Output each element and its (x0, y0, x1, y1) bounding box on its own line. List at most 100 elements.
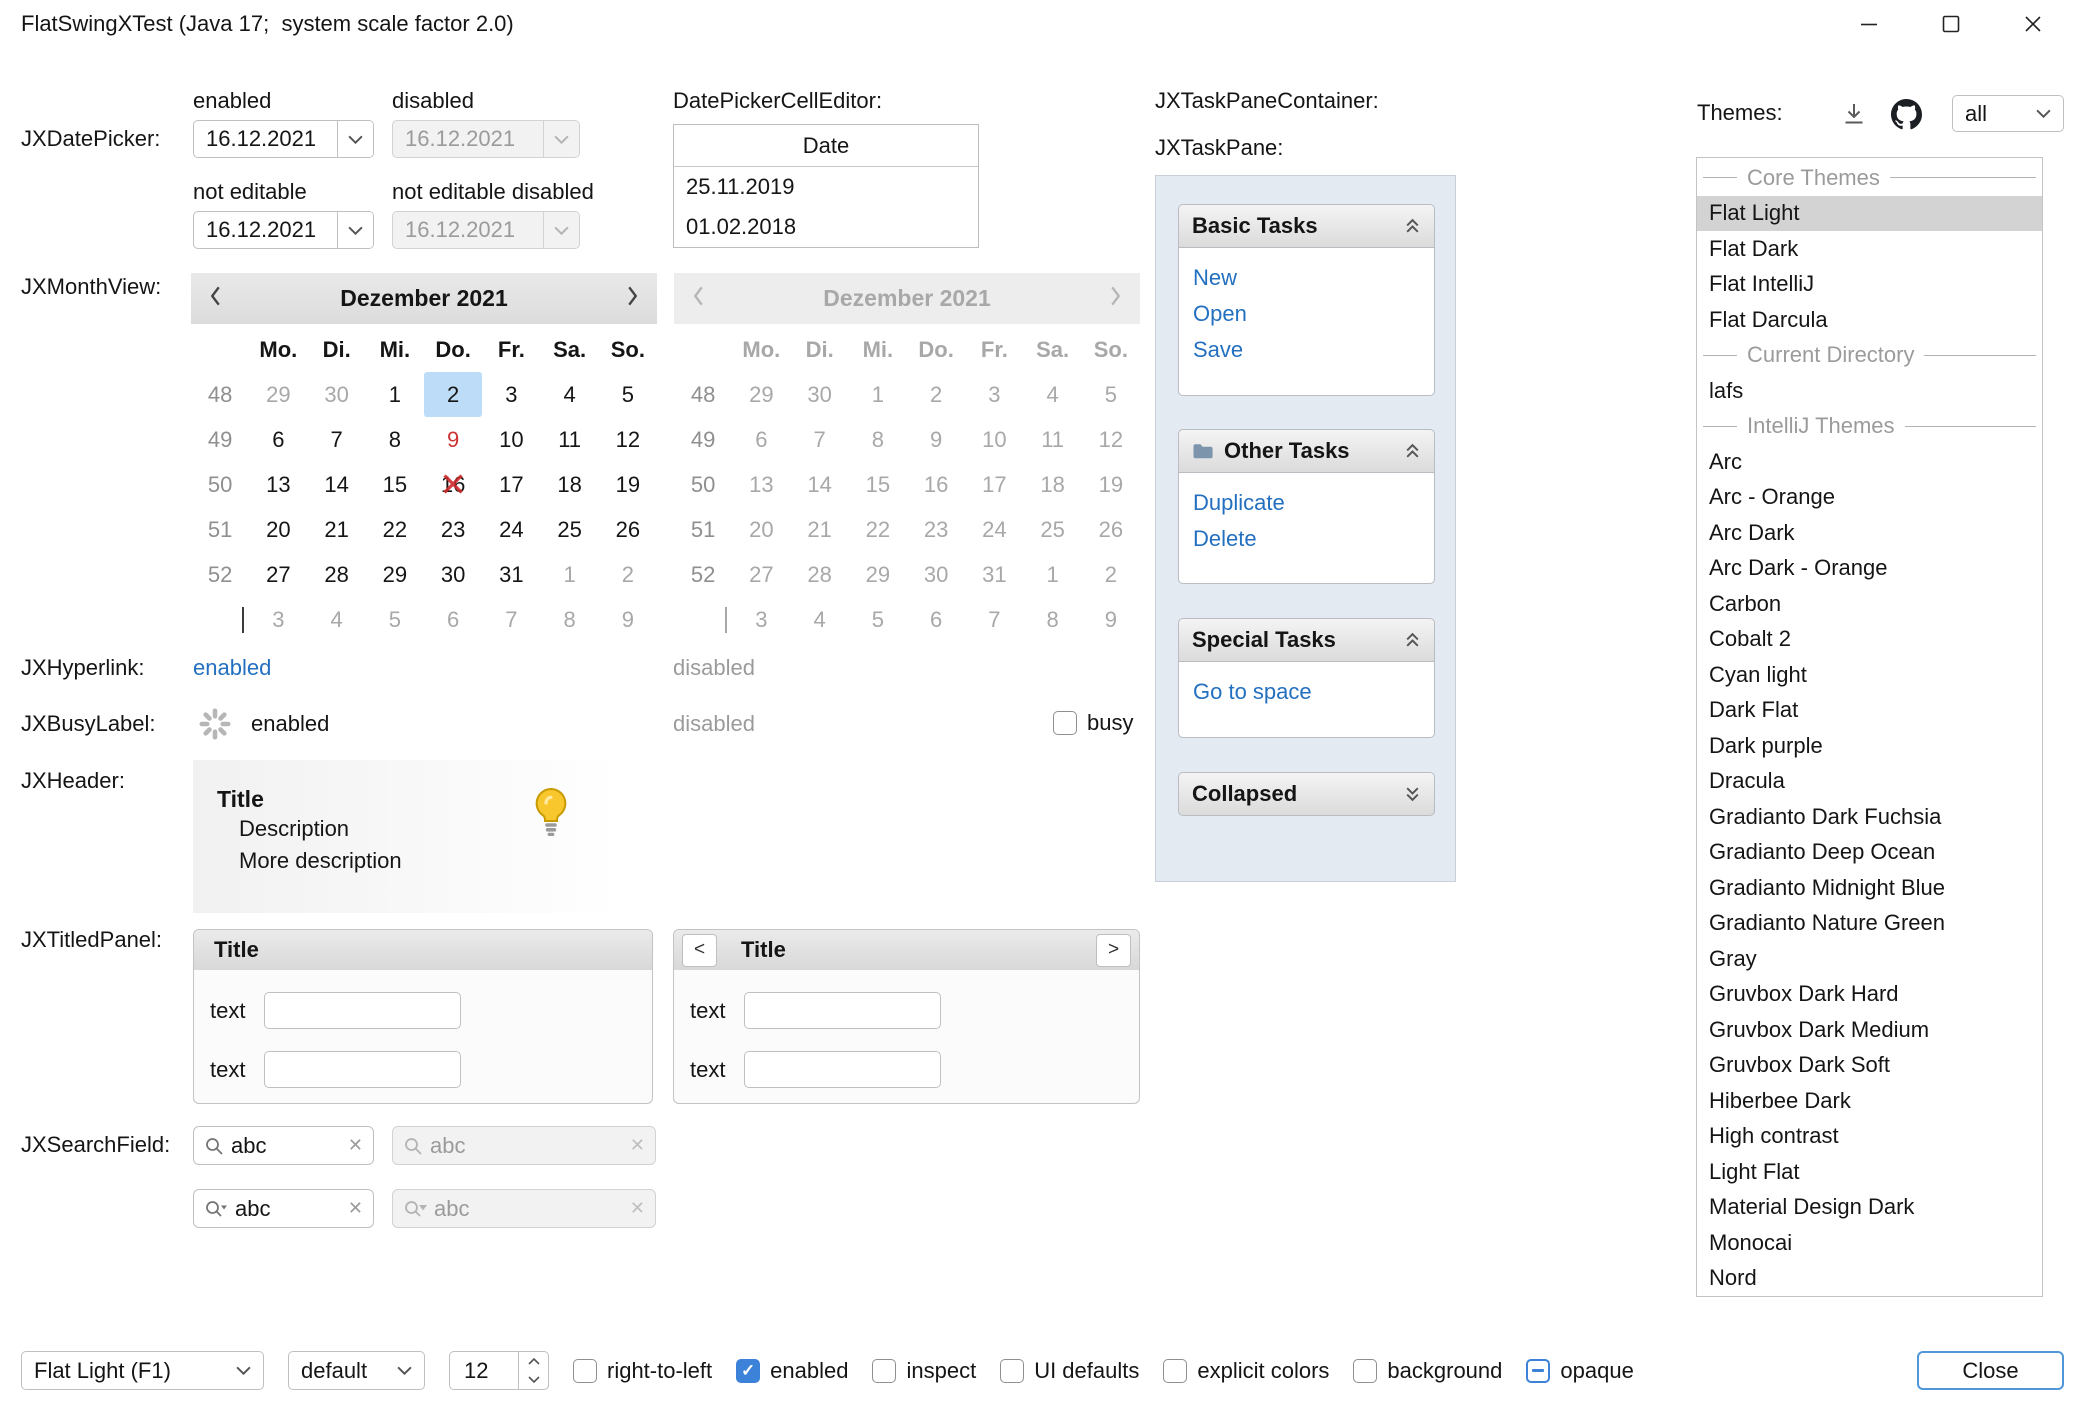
theme-list-item[interactable]: Carbon (1697, 586, 2042, 622)
calendar-cell[interactable]: 22 (366, 507, 424, 552)
theme-list-item[interactable]: Dracula (1697, 764, 2042, 800)
minimize-button[interactable] (1828, 0, 1910, 48)
option-checkbox[interactable]: UI defaults (1000, 1358, 1139, 1384)
calendar-cell[interactable]: 23 (424, 507, 482, 552)
option-checkbox[interactable]: enabled (736, 1358, 848, 1384)
calendar-cell[interactable]: Sa. (541, 328, 599, 372)
calendar-cell[interactable]: 2 (424, 372, 482, 417)
calendar-cell[interactable]: 30 (424, 552, 482, 597)
calendar-cell[interactable]: 4 (541, 372, 599, 417)
taskpane-link[interactable]: Delete (1193, 521, 1420, 557)
theme-list-item[interactable]: Arc - Orange (1697, 480, 2042, 516)
datepicker-dropdown-button[interactable] (337, 212, 373, 248)
titled-panel-next-button[interactable]: > (1096, 934, 1131, 967)
calendar-cell[interactable]: 15 (366, 462, 424, 507)
calendar-cell[interactable]: 18 (541, 462, 599, 507)
theme-list-item[interactable]: Light Flat (1697, 1154, 2042, 1190)
calendar-cell[interactable]: 31 (482, 552, 540, 597)
theme-list-item[interactable]: Gradianto Midnight Blue (1697, 870, 2042, 906)
datepicker-celleditor-table[interactable]: Date 25.11.2019 01.02.2018 (673, 124, 979, 248)
github-button[interactable] (1888, 96, 1924, 132)
table-row[interactable]: 01.02.2018 (674, 207, 978, 247)
theme-list-item[interactable]: Cobalt 2 (1697, 622, 2042, 658)
calendar-cell[interactable]: 48 (191, 372, 249, 417)
calendar-cell[interactable]: Fr. (482, 328, 540, 372)
calendar-cell[interactable]: Mo. (249, 328, 307, 372)
calendar-cell[interactable]: 8 (541, 597, 599, 642)
calendar-cell[interactable]: Do. (424, 328, 482, 372)
close-button[interactable]: Close (1917, 1351, 2064, 1390)
theme-list-item[interactable]: IntelliJ Themes (1697, 409, 2042, 445)
calendar-cell[interactable]: So. (599, 328, 657, 372)
calendar-cell[interactable]: 28 (308, 552, 366, 597)
taskpane-link[interactable]: Go to space (1193, 674, 1420, 710)
option-checkbox[interactable]: background (1353, 1358, 1502, 1384)
calendar-cell[interactable]: 14 (308, 462, 366, 507)
search-input[interactable] (231, 1133, 341, 1159)
theme-list-item[interactable]: Arc Dark (1697, 515, 2042, 551)
taskpane-other-header[interactable]: Other Tasks (1178, 429, 1435, 473)
calendar-cell[interactable]: 5 (599, 372, 657, 417)
laf-combobox[interactable]: Flat Light (F1) (21, 1351, 264, 1390)
calendar-cell[interactable]: 27 (249, 552, 307, 597)
busy-checkbox[interactable]: busy (1053, 710, 1133, 736)
taskpane-link[interactable]: Open (1193, 296, 1420, 332)
theme-list-item[interactable]: Gruvbox Dark Medium (1697, 1012, 2042, 1048)
theme-list-item[interactable]: Gradianto Dark Fuchsia (1697, 799, 2042, 835)
theme-list-item[interactable]: Flat Darcula (1697, 302, 2042, 338)
theme-list-item[interactable]: Arc (1697, 444, 2042, 480)
taskpane-link[interactable]: New (1193, 260, 1420, 296)
theme-list-item[interactable]: Dark Flat (1697, 693, 2042, 729)
theme-list-item[interactable]: Arc Dark - Orange (1697, 551, 2042, 587)
calendar-cell[interactable]: 16 (424, 462, 482, 507)
option-checkbox[interactable]: right-to-left (573, 1358, 712, 1384)
taskpane-link[interactable]: Duplicate (1193, 485, 1420, 521)
table-row[interactable]: 25.11.2019 (674, 167, 978, 207)
theme-list-item[interactable]: Gray (1697, 941, 2042, 977)
hyperlink-enabled[interactable]: enabled (193, 655, 271, 681)
calendar-cell[interactable]: 19 (599, 462, 657, 507)
calendar-cell[interactable]: 8 (366, 417, 424, 462)
calendar-cell[interactable]: 9 (599, 597, 657, 642)
text-input[interactable] (264, 992, 461, 1029)
text-input[interactable] (744, 1051, 941, 1088)
datepicker-dropdown-button[interactable] (337, 121, 373, 157)
theme-list-item[interactable]: Flat Dark (1697, 231, 2042, 267)
calendar-cell[interactable]: 25 (541, 507, 599, 552)
next-month-button[interactable] (626, 285, 639, 313)
calendar-cell[interactable]: Di. (308, 328, 366, 372)
theme-list-item[interactable]: High contrast (1697, 1119, 2042, 1155)
option-checkbox[interactable]: explicit colors (1163, 1358, 1329, 1384)
theme-list-item[interactable]: Dark purple (1697, 728, 2042, 764)
calendar-cell[interactable]: 24 (482, 507, 540, 552)
calendar-cell[interactable]: 5 (366, 597, 424, 642)
calendar-cell[interactable]: 12 (599, 417, 657, 462)
download-themes-button[interactable] (1838, 98, 1870, 130)
option-checkbox[interactable]: inspect (872, 1358, 976, 1384)
searchfield-with-menu[interactable]: ✕ (193, 1189, 374, 1228)
table-column-header[interactable]: Date (674, 125, 978, 167)
calendar-cell[interactable]: 2 (599, 552, 657, 597)
calendar-cell[interactable]: 21 (308, 507, 366, 552)
calendar-cell[interactable]: 4 (308, 597, 366, 642)
taskpane-collapsed-header[interactable]: Collapsed (1178, 772, 1435, 816)
taskpane-special-header[interactable]: Special Tasks (1178, 618, 1435, 662)
calendar-cell[interactable]: Mi. (366, 328, 424, 372)
calendar-cell[interactable]: 51 (191, 507, 249, 552)
calendar-cell[interactable]: 10 (482, 417, 540, 462)
theme-list-item[interactable]: Gradianto Nature Green (1697, 906, 2042, 942)
calendar-cell[interactable]: 6 (249, 417, 307, 462)
calendar-cell[interactable]: 3 (482, 372, 540, 417)
text-input[interactable] (264, 1051, 461, 1088)
theme-list-item[interactable]: Nord (1697, 1261, 2042, 1297)
themes-filter-combobox[interactable]: all (1952, 95, 2064, 132)
calendar-cell[interactable]: 52 (191, 552, 249, 597)
calendar-cell[interactable] (191, 328, 249, 372)
calendar-cell[interactable]: 11 (541, 417, 599, 462)
theme-list-item[interactable]: Flat IntelliJ (1697, 267, 2042, 303)
calendar-cell[interactable]: 29 (366, 552, 424, 597)
calendar-cell[interactable]: 26 (599, 507, 657, 552)
themes-list[interactable]: Core Themes Flat Light Flat Dark Flat In… (1696, 157, 2043, 1297)
theme-list-item[interactable]: lafs (1697, 373, 2042, 409)
spinner-down-button[interactable] (519, 1371, 548, 1390)
